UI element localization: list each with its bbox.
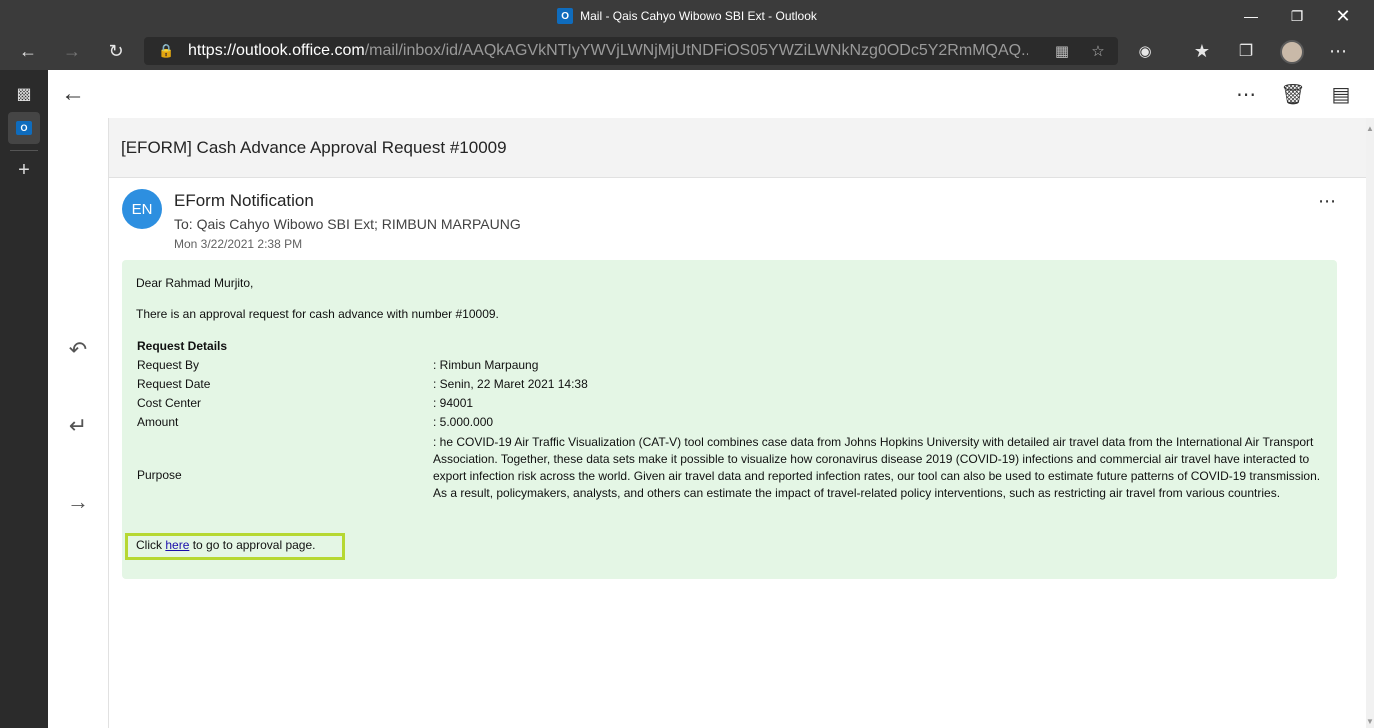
outlook-tab-icon[interactable]: O bbox=[8, 112, 40, 144]
message-date: Mon 3/22/2021 2:38 PM bbox=[174, 237, 303, 251]
row-value: : Senin, 22 Maret 2021 14:38 bbox=[433, 377, 588, 391]
lock-icon: 🔒 bbox=[158, 43, 175, 58]
forward-arrow-icon[interactable]: → bbox=[56, 36, 88, 66]
recipients-line[interactable]: To: Qais Cahyo Wibowo SBI Ext; RIMBUN MA… bbox=[174, 216, 521, 232]
command-bar: ← ⋯ 🗑 ▤ bbox=[48, 70, 1374, 118]
outlook-app-icon: O bbox=[557, 8, 574, 24]
row-label: Request Date bbox=[137, 377, 211, 391]
collections-icon[interactable]: ❐ bbox=[1230, 36, 1262, 66]
reading-pane-scrollbar[interactable]: ▲ ▼ bbox=[1366, 118, 1374, 728]
row-value: : Rimbun Marpaung bbox=[433, 358, 539, 372]
new-tab-icon[interactable]: + bbox=[8, 154, 40, 186]
purpose-label: Purpose bbox=[137, 468, 182, 482]
add-favorite-icon[interactable]: ☆ bbox=[1086, 41, 1110, 61]
row-label: Cost Center bbox=[137, 396, 202, 410]
message-subject: [EFORM] Cash Advance Approval Request #1… bbox=[121, 138, 507, 157]
address-bar[interactable]: 🔒 https://outlook.office.com/mail/inbox/… bbox=[144, 37, 1118, 65]
back-to-inbox-icon[interactable]: ← bbox=[56, 78, 90, 110]
screenshot-icon[interactable]: ◉ bbox=[1129, 36, 1161, 66]
window-title: Mail - Qais Cahyo Wibowo SBI Ext - Outlo… bbox=[580, 9, 817, 23]
sender-avatar[interactable]: EN bbox=[122, 189, 162, 229]
minimize-button[interactable]: — bbox=[1228, 0, 1274, 32]
archive-icon[interactable]: ▤ bbox=[1324, 78, 1358, 110]
sidebar-divider bbox=[10, 150, 38, 151]
url-path: /mail/inbox/id/AAQkAGVkNTIyYWVjLWNjMjUtN… bbox=[364, 42, 1028, 59]
scroll-up-icon[interactable]: ▲ bbox=[1366, 124, 1374, 133]
reply-icon[interactable]: ↶ bbox=[62, 334, 94, 366]
reply-all-icon[interactable]: ↵ bbox=[62, 410, 94, 442]
subject-bar: [EFORM] Cash Advance Approval Request #1… bbox=[109, 118, 1367, 178]
favorites-icon[interactable]: ★ bbox=[1186, 36, 1218, 66]
details-heading: Request Details bbox=[137, 339, 228, 353]
message-more-icon[interactable]: ⋯ bbox=[1312, 190, 1342, 212]
reading-pane: [EFORM] Cash Advance Approval Request #1… bbox=[108, 118, 1367, 728]
row-value: : 5.000.000 bbox=[433, 415, 494, 429]
more-horizontal-icon[interactable]: ⋯ bbox=[1229, 78, 1263, 110]
sender-name[interactable]: EForm Notification bbox=[174, 191, 314, 211]
greeting: Dear Rahmad Murjito, bbox=[136, 276, 254, 290]
approval-page-link[interactable]: here bbox=[165, 538, 189, 552]
row-value: : 94001 bbox=[433, 396, 474, 410]
message-action-rail: ↶ ↵ → bbox=[48, 118, 108, 728]
message-body: Dear Rahmad Murjito, There is an approva… bbox=[122, 260, 1337, 579]
url-text[interactable]: https://outlook.office.com/mail/inbox/id… bbox=[188, 37, 1028, 65]
forward-mail-icon[interactable]: → bbox=[62, 486, 94, 518]
outlook-main: ← ⋯ 🗑 ▤ ↶ ↵ → [EFORM] Cash Advance Appro… bbox=[48, 70, 1374, 728]
url-host: https://outlook.office.com bbox=[188, 42, 365, 59]
profile-avatar[interactable] bbox=[1280, 40, 1304, 64]
intro-text: There is an approval request for cash ad… bbox=[136, 307, 499, 321]
restore-button[interactable]: ❐ bbox=[1274, 0, 1320, 32]
link-suffix: to go to approval page. bbox=[189, 538, 316, 552]
back-arrow-icon[interactable]: ← bbox=[12, 36, 44, 66]
refresh-icon[interactable]: ↻ bbox=[100, 36, 132, 66]
row-label: Request By bbox=[137, 358, 200, 372]
reader-view-icon[interactable]: ▦ bbox=[1050, 41, 1074, 61]
purpose-value: : he COVID-19 Air Traffic Visualization … bbox=[433, 435, 1321, 500]
tab-actions-icon[interactable]: ▩ bbox=[8, 78, 40, 110]
link-prefix: Click bbox=[136, 538, 166, 552]
scroll-down-icon[interactable]: ▼ bbox=[1366, 717, 1374, 726]
window-titlebar: O Mail - Qais Cahyo Wibowo SBI Ext - Out… bbox=[0, 0, 1374, 32]
approval-link-line: Click here to go to approval page. bbox=[136, 538, 315, 552]
browser-sidebar: ▩ O + bbox=[0, 70, 48, 728]
window-title-area: O Mail - Qais Cahyo Wibowo SBI Ext - Out… bbox=[0, 0, 1374, 32]
trash-icon[interactable]: 🗑 bbox=[1276, 78, 1310, 110]
close-window-button[interactable]: ✕ bbox=[1320, 0, 1366, 32]
browser-toolbar: ← → ↻ 🔒 https://outlook.office.com/mail/… bbox=[0, 32, 1374, 70]
browser-menu-icon[interactable]: ⋯ bbox=[1322, 36, 1354, 66]
row-label: Amount bbox=[137, 415, 179, 429]
